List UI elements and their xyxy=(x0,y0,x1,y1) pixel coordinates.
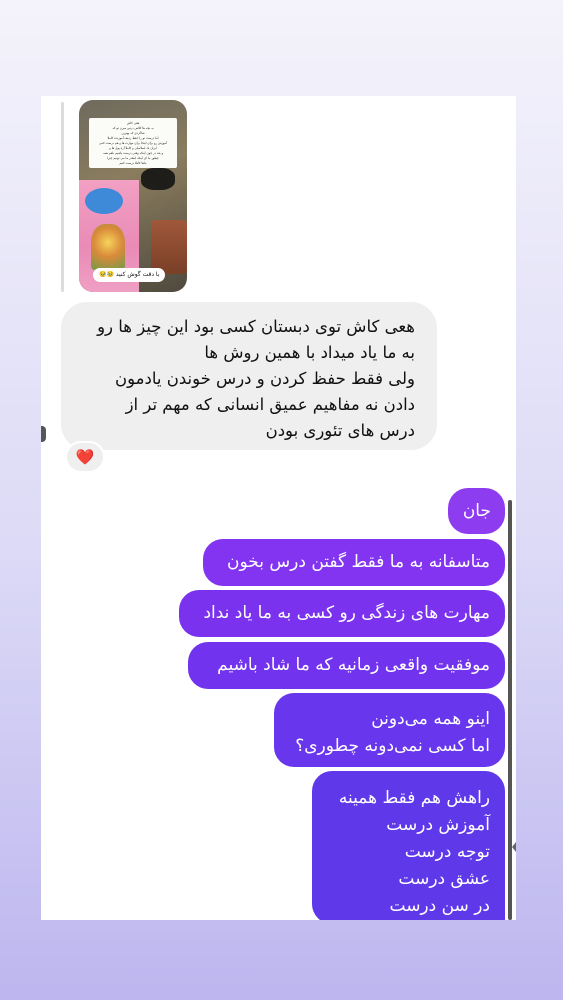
story-sunglasses-image xyxy=(141,168,175,190)
outgoing-message-line: در سن درست xyxy=(389,896,491,916)
outgoing-message-bubble[interactable]: اینو همه می‌دونن اما کسی نمی‌دونه چطوری؟ xyxy=(274,693,505,767)
incoming-message-bubble[interactable]: هعی کاش توی دبستان کسی بود این چیز ها رو… xyxy=(61,302,437,450)
outgoing-message-bubble[interactable]: راهش هم فقط همینه آموزش درست توجه درست ع… xyxy=(312,771,505,920)
outgoing-message-line: راهش هم فقط همینه xyxy=(338,788,490,808)
outgoing-message-bubble[interactable]: موفقیت واقعی زمانیه که ما شاد باشیم xyxy=(188,642,505,689)
incoming-message-line: ولی فقط حفظ کردن و درس خوندن یادمون xyxy=(115,369,415,388)
incoming-message-line: هعی کاش توی دبستان کسی بود این چیز ها رو xyxy=(97,317,415,336)
chat-screen: هعی کاش یه بچه ها کلاس درس میرن تو که شا… xyxy=(41,96,516,920)
outgoing-message-bubble[interactable]: جان xyxy=(448,488,505,534)
incoming-message-line: درس های تئوری بودن xyxy=(265,421,415,440)
story-card-line: ماها کاملا درست کنیم xyxy=(119,161,147,165)
story-book-illustration xyxy=(91,224,125,270)
incoming-message-line: دادن نه مفاهیم عمیق انسانی که مهم تر از xyxy=(125,395,415,414)
outgoing-message-line: اما کسی نمی‌دونه چطوری؟ xyxy=(295,736,490,756)
story-book-title-shape xyxy=(85,188,123,214)
story-reply-bar xyxy=(61,102,64,292)
outgoing-message-line: عشق درست xyxy=(398,869,490,889)
story-reply-thumbnail[interactable]: هعی کاش یه بچه ها کلاس درس میرن تو که شا… xyxy=(79,100,187,292)
outgoing-message-bubble[interactable]: مهارت های زندگی رو کسی به ما یاد نداد xyxy=(179,590,505,637)
outgoing-message-line: آموزش درست xyxy=(386,815,490,835)
message-group-indicator xyxy=(508,500,512,920)
story-text-card: هعی کاش یه بچه ها کلاس درس میرن تو که شا… xyxy=(89,118,177,168)
sender-avatar-edge xyxy=(41,426,46,442)
story-sticker-label: با دقت گوش کنید 🥹🥹 xyxy=(93,268,166,282)
heart-reaction-icon[interactable]: ❤️ xyxy=(65,441,105,473)
incoming-message-line: به ما یاد میداد با همین روش ها xyxy=(204,343,415,362)
story-pot-image xyxy=(151,220,187,274)
outgoing-message-line: اینو همه می‌دونن xyxy=(371,709,490,729)
outgoing-message-line: توجه درست xyxy=(404,842,490,862)
outgoing-message-bubble[interactable]: متاسفانه به ما فقط گفتن درس بخون xyxy=(203,539,505,586)
side-arrow-icon xyxy=(512,842,516,852)
